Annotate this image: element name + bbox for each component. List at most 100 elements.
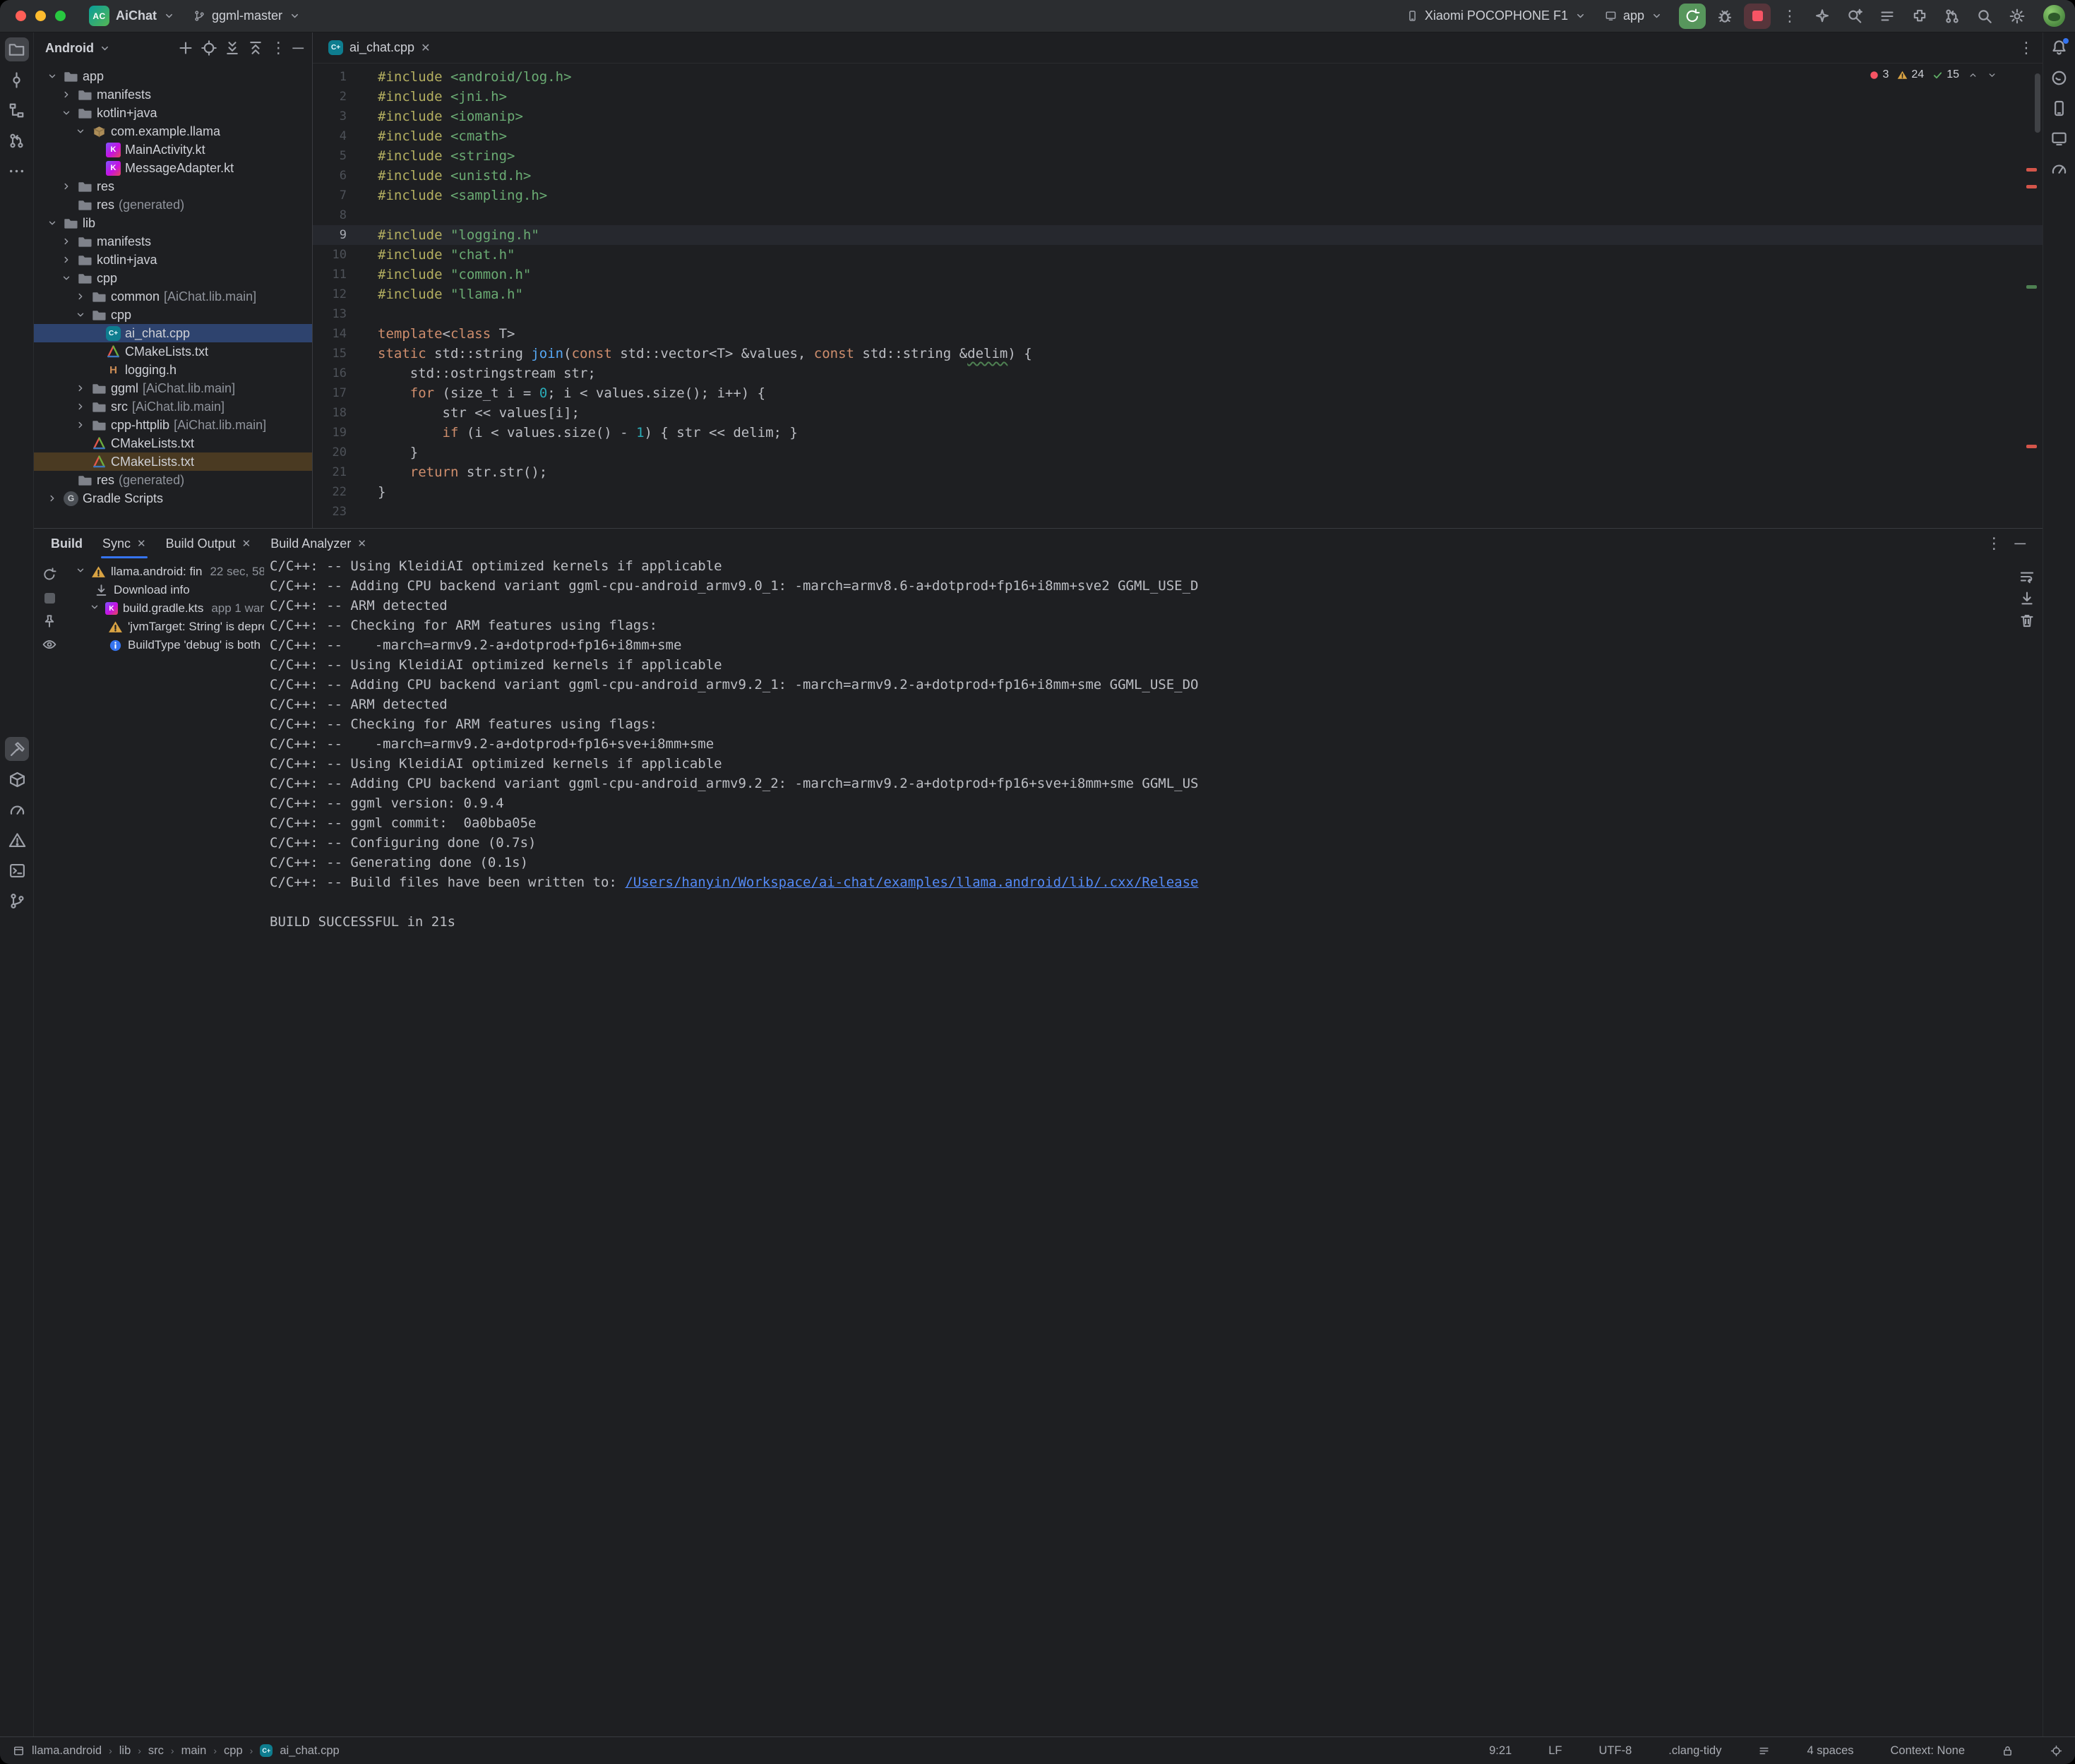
- tree-item-cpp[interactable]: cpp: [34, 306, 312, 324]
- problems-tool-button[interactable]: [5, 828, 29, 852]
- chevron-down-icon[interactable]: [75, 565, 86, 580]
- share-button[interactable]: [1939, 4, 1966, 29]
- sync-tree-item[interactable]: 'jvmTarget: String' is deprec: [65, 618, 264, 636]
- chevron-down-icon[interactable]: [59, 271, 73, 285]
- chevron-down-icon[interactable]: [45, 216, 59, 230]
- code-line-2[interactable]: 2#include <jni.h>: [313, 87, 2043, 107]
- add-icon[interactable]: [177, 40, 194, 56]
- breadcrumb-item[interactable]: cpp: [224, 1744, 243, 1758]
- chevron-right-icon[interactable]: [45, 491, 59, 505]
- tree-item-com-example-llama[interactable]: com.example.llama: [34, 122, 312, 140]
- error-stripe-mark[interactable]: [2026, 185, 2037, 188]
- code-line-4[interactable]: 4#include <cmath>: [313, 126, 2043, 146]
- run-button[interactable]: [1679, 4, 1706, 29]
- close-tab-icon[interactable]: ✕: [357, 537, 366, 550]
- chevron-down-icon[interactable]: [89, 601, 100, 616]
- tree-item-res[interactable]: res (generated): [34, 471, 312, 489]
- close-window-button[interactable]: [16, 11, 26, 21]
- next-problem-icon[interactable]: [1987, 70, 1997, 80]
- soft-wrap-icon[interactable]: [2019, 568, 2035, 585]
- tree-item-manifests[interactable]: manifests: [34, 85, 312, 104]
- collapse-all-icon[interactable]: [247, 40, 264, 56]
- close-tab-icon[interactable]: ✕: [421, 41, 430, 55]
- console-file-link[interactable]: /Users/hanyin/Workspace/ai-chat/examples…: [625, 875, 1198, 890]
- chevron-right-icon[interactable]: [59, 234, 73, 248]
- hide-panel-icon[interactable]: ─: [2014, 536, 2026, 551]
- more-run-actions-button[interactable]: ⋮: [1776, 4, 1803, 29]
- lock-icon[interactable]: [2002, 1745, 2014, 1757]
- context-indicator[interactable]: Context: None: [1891, 1744, 1965, 1758]
- chevron-right-icon[interactable]: [59, 253, 73, 267]
- locate-file-icon[interactable]: [201, 40, 217, 56]
- tab-build-output[interactable]: Build Output ✕: [166, 529, 251, 558]
- code-line-1[interactable]: 1#include <android/log.h>: [313, 67, 2043, 87]
- code-line-13[interactable]: 13: [313, 304, 2043, 324]
- code-line-14[interactable]: 14template<class T>: [313, 324, 2043, 344]
- profiler-tool-button[interactable]: [5, 798, 29, 822]
- code-line-18[interactable]: 18 str << values[i];: [313, 403, 2043, 423]
- vcs-stripe-mark[interactable]: [2026, 285, 2037, 289]
- code-line-9[interactable]: 9#include "logging.h": [313, 225, 2043, 245]
- code-line-20[interactable]: 20 }: [313, 443, 2043, 462]
- rerun-sync-button[interactable]: [39, 564, 60, 585]
- user-avatar[interactable]: [2043, 5, 2065, 27]
- breadcrumb-item[interactable]: lib: [119, 1744, 131, 1758]
- app-insights-tool-button[interactable]: [2047, 157, 2071, 181]
- chevron-down-icon[interactable]: [59, 106, 73, 120]
- line-separator[interactable]: LF: [1548, 1744, 1562, 1758]
- tree-item-manifests[interactable]: manifests: [34, 232, 312, 251]
- code-line-16[interactable]: 16 std::ostringstream str;: [313, 364, 2043, 383]
- breadcrumb-item[interactable]: src: [148, 1744, 164, 1758]
- tree-item-cmakelists-txt[interactable]: CMakeLists.txt: [34, 452, 312, 471]
- branch-widget[interactable]: ggml-master: [187, 6, 307, 26]
- tree-item-common[interactable]: common [AiChat.lib.main]: [34, 287, 312, 306]
- editor-tab[interactable]: C+ ai_chat.cpp ✕: [320, 32, 438, 64]
- more-tool-windows-button[interactable]: [5, 159, 29, 183]
- inspections-widget[interactable]: 3 24 15: [1869, 68, 1998, 81]
- chevron-right-icon[interactable]: [73, 289, 88, 304]
- breadcrumb-item[interactable]: llama.android: [32, 1744, 102, 1758]
- tree-item-res[interactable]: res (generated): [34, 196, 312, 214]
- pull-requests-tool-button[interactable]: [5, 128, 29, 152]
- device-manager-tool-button[interactable]: [2047, 96, 2071, 120]
- code-line-8[interactable]: 8: [313, 205, 2043, 225]
- code-line-5[interactable]: 5#include <string>: [313, 146, 2043, 166]
- chevron-down-icon[interactable]: [99, 42, 111, 54]
- tree-item-cmakelists-txt[interactable]: CMakeLists.txt: [34, 342, 312, 361]
- editor-scrollbar[interactable]: [2035, 73, 2040, 133]
- sync-tree-item[interactable]: Download info: [65, 581, 264, 599]
- breadcrumb-item[interactable]: main: [181, 1744, 207, 1758]
- task-list-button[interactable]: [1874, 4, 1901, 29]
- stop-sync-button[interactable]: [39, 587, 60, 608]
- sync-tree-item[interactable]: llama.android: fin22 sec, 583 ms: [65, 563, 264, 581]
- tree-item-app[interactable]: app: [34, 67, 312, 85]
- plugins-button[interactable]: [1906, 4, 1933, 29]
- search-actions-button[interactable]: [1841, 4, 1868, 29]
- status-widget-icon[interactable]: [2050, 1745, 2062, 1757]
- code-line-10[interactable]: 10#include "chat.h": [313, 245, 2043, 265]
- code-line-3[interactable]: 3#include <iomanip>: [313, 107, 2043, 126]
- commit-tool-button[interactable]: [5, 68, 29, 92]
- tab-build-analyzer[interactable]: Build Analyzer ✕: [270, 529, 366, 558]
- version-control-tool-button[interactable]: [5, 889, 29, 913]
- sync-tree-item[interactable]: Kbuild.gradle.ktsapp 1 warning: [65, 599, 264, 618]
- code-line-11[interactable]: 11#include "common.h": [313, 265, 2043, 284]
- hide-panel-icon[interactable]: ─: [292, 40, 304, 56]
- tree-item-mainactivity-kt[interactable]: KMainActivity.kt: [34, 140, 312, 159]
- code-area[interactable]: 1#include <android/log.h>2#include <jni.…: [313, 64, 2043, 528]
- search-everywhere-button[interactable]: [1971, 4, 1998, 29]
- tab-sync[interactable]: Sync ✕: [102, 529, 146, 558]
- tree-item-kotlin-java[interactable]: kotlin+java: [34, 104, 312, 122]
- sync-tree-item[interactable]: BuildType 'debug' is both d: [65, 636, 264, 654]
- pin-button[interactable]: [39, 611, 60, 632]
- editor-options-icon[interactable]: ⋮: [2019, 40, 2034, 56]
- code-line-7[interactable]: 7#include <sampling.h>: [313, 186, 2043, 205]
- close-tab-icon[interactable]: ✕: [242, 537, 251, 550]
- code-line-12[interactable]: 12#include "llama.h": [313, 284, 2043, 304]
- notifications-button[interactable]: [2047, 35, 2071, 59]
- chevron-right-icon[interactable]: [59, 88, 73, 102]
- ai-assistant-button[interactable]: [1809, 4, 1836, 29]
- chevron-down-icon[interactable]: [73, 308, 88, 322]
- tree-item-cmakelists-txt[interactable]: CMakeLists.txt: [34, 434, 312, 452]
- device-explorer-tool-button[interactable]: [5, 767, 29, 791]
